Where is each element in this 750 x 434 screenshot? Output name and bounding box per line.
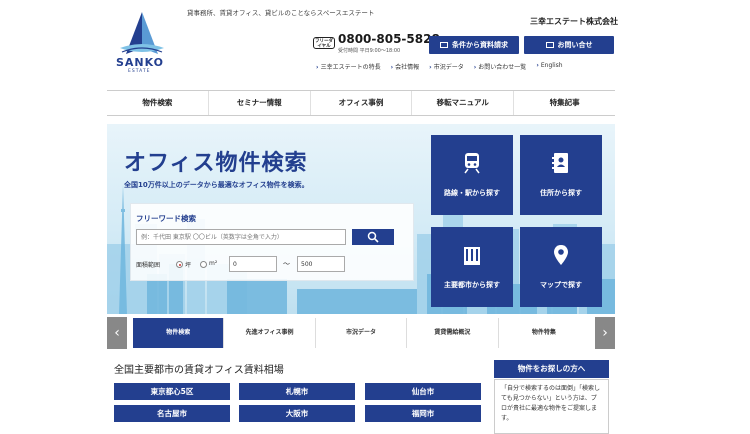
city-button-osaka[interactable]: 大阪市 (239, 405, 355, 422)
free-word-input[interactable] (136, 229, 346, 245)
tile-search-by-address[interactable]: 住所から探す (520, 135, 602, 215)
sublink-market-data[interactable]: 市況データ (429, 62, 464, 71)
radio-m2[interactable] (200, 261, 207, 268)
company-name: 三幸エステート株式会社 (530, 17, 618, 26)
nav-relocation-manual[interactable]: 移転マニュアル (412, 91, 515, 115)
tagline: 貸事務所、賃貸オフィス、貸ビルのことならスペースエステート (187, 9, 375, 17)
city-button-nagoya[interactable]: 名古屋市 (114, 405, 230, 422)
next-arrow-button[interactable]: › (595, 317, 615, 349)
header-sublinks: 三幸エステートの特長 会社情報 市況データ お問い合わせ一覧 English (316, 62, 563, 71)
tile-search-by-city[interactable]: 主要都市から探す (431, 227, 513, 307)
search-button[interactable] (352, 229, 394, 245)
main-nav: 物件検索 セミナー情報 オフィス事例 移転マニュアル 特集記事 (107, 90, 615, 116)
search-icon (367, 231, 379, 243)
rent-market-title: 全国主要都市の賃貸オフィス賃料相場 (114, 365, 284, 376)
tile-city-label: 主要都市から探す (444, 281, 500, 289)
range-separator: 〜 (283, 260, 290, 268)
free-word-label: フリーワード検索 (136, 214, 196, 223)
hero-title: オフィス物件検索 (124, 151, 308, 176)
logo[interactable]: SANKO ESTATE (112, 10, 172, 80)
tab-property-search[interactable]: 物件検索 (133, 318, 225, 348)
nav-seminar[interactable]: セミナー情報 (209, 91, 311, 115)
sublink-inquiries[interactable]: お問い合わせ一覧 (474, 62, 526, 71)
tab-market-data[interactable]: 市況データ (315, 318, 408, 348)
tile-station-label: 路線・駅から探す (444, 189, 500, 197)
radio-tsubo-label: 坪 (185, 262, 192, 269)
free-dial-badge: フリーダイヤル (313, 37, 335, 49)
hero-subtitle: 全国10万件以上のデータから最適なオフィス物件を検索。 (124, 181, 309, 189)
building-icon (464, 247, 480, 265)
city-button-fukuoka[interactable]: 福岡市 (365, 405, 481, 422)
train-icon (464, 153, 480, 174)
tab-supply-demand[interactable]: 賃貸需給概況 (407, 318, 499, 348)
area-max-input[interactable] (297, 256, 345, 272)
contact-button[interactable]: お問い合せ (524, 36, 614, 54)
content-tabs: 物件検索 先進オフィス事例 市況データ 賃貸需給概況 物件特集 (133, 318, 590, 348)
side-box-text: 「自分で検索するのは面倒」「検索しても見つからない」という方は、プロが貴社に最適… (494, 379, 609, 434)
phone-number[interactable]: 0800-805-5828 (338, 32, 440, 46)
document-icon (440, 42, 448, 48)
address-book-icon (552, 153, 568, 173)
mail-icon (545, 42, 554, 48)
tile-search-by-map[interactable]: マップで探す (520, 227, 602, 307)
radio-tsubo[interactable] (176, 261, 183, 268)
tile-map-label: マップで探す (540, 281, 582, 289)
map-pin-icon (554, 245, 568, 265)
contact-label: お問い合せ (557, 41, 593, 49)
chevron-right-icon: › (602, 325, 608, 341)
chevron-left-icon: ‹ (114, 325, 120, 341)
business-hours: 受付時間 平日9:00～18:00 (338, 48, 401, 54)
city-button-sapporo[interactable]: 札幌市 (239, 383, 355, 400)
nav-property-search[interactable]: 物件検索 (107, 91, 209, 115)
side-box-title[interactable]: 物件をお探しの方へ (494, 360, 609, 378)
area-range-label: 面積範囲 (136, 262, 161, 269)
sublink-company[interactable]: 会社情報 (391, 62, 419, 71)
city-button-sendai[interactable]: 仙台市 (365, 383, 481, 400)
logo-subtext: ESTATE (128, 69, 151, 74)
sublink-features[interactable]: 三幸エステートの特長 (316, 62, 381, 71)
tab-property-features[interactable]: 物件特集 (498, 318, 590, 348)
prev-arrow-button[interactable]: ‹ (107, 317, 127, 349)
logo-text: SANKO (116, 56, 165, 69)
city-button-tokyo[interactable]: 東京都心5区 (114, 383, 230, 400)
request-materials-button[interactable]: 条件から資料請求 (429, 36, 519, 54)
area-min-input[interactable] (229, 256, 277, 272)
nav-feature-articles[interactable]: 特集記事 (514, 91, 615, 115)
nav-office-cases[interactable]: オフィス事例 (311, 91, 413, 115)
sublink-english[interactable]: English (536, 62, 563, 71)
tab-advanced-office-cases[interactable]: 先進オフィス事例 (224, 318, 316, 348)
tile-search-by-station[interactable]: 路線・駅から探す (431, 135, 513, 215)
radio-m2-label: m² (209, 260, 218, 267)
request-materials-label: 条件から資料請求 (452, 41, 508, 49)
tile-address-label: 住所から探す (540, 189, 582, 197)
